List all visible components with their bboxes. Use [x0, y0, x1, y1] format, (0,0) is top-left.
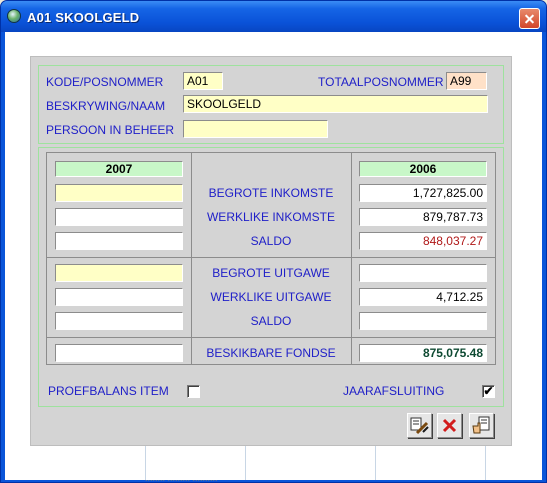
jaarafsluiting-label: JAARAFSLUITING [343, 384, 445, 398]
grid-divider-left [191, 152, 192, 365]
close-button[interactable] [519, 8, 540, 29]
grid-separator-2 [46, 337, 496, 338]
totaal-label: TOTAALPOSNOMMER [318, 75, 444, 89]
kode-label: KODE/POSNOMMER [46, 75, 164, 89]
begrote-uitgawe-label: BEGROTE UITGAWE [212, 266, 330, 280]
confirm-button[interactable] [469, 413, 494, 438]
beskikbare-fondse-2006[interactable]: 875,075.48 [359, 344, 487, 362]
totaal-field[interactable]: A99 [446, 72, 487, 90]
werklike-uitgawe-2007[interactable] [55, 288, 183, 306]
begrote-inkomste-label: BEGROTE INKOMSTE [208, 186, 334, 200]
checkmark-icon: ✔ [483, 384, 494, 398]
begrote-inkomste-2006[interactable]: 1,727,825.00 [359, 184, 487, 202]
background-grid [5, 442, 542, 480]
hand-document-icon [472, 416, 490, 434]
year-2006-header: 2006 [359, 161, 487, 177]
year-2007-header: 2007 [55, 161, 183, 177]
begrote-inkomste-2007[interactable] [55, 184, 183, 202]
werklike-uitgawe-2006[interactable]: 4,712.25 [359, 288, 487, 306]
grid-separator-1 [46, 257, 496, 258]
delete-button[interactable] [437, 413, 462, 438]
kode-field[interactable]: A01 [183, 72, 223, 90]
edit-tool-button[interactable] [407, 413, 432, 438]
beskikbare-fondse-label: BESKIKBARE FONDSE [206, 346, 336, 360]
werklike-inkomste-label: WERKLIKE INKOMSTE [206, 210, 336, 224]
grid-divider-right [351, 152, 352, 365]
title-bar[interactable]: A01 SKOOLGELD [1, 1, 546, 32]
saldo-uitgawe-label: SALDO [250, 314, 292, 328]
proefbalans-checkbox[interactable] [187, 385, 200, 398]
jaarafsluiting-checkbox[interactable]: ✔ [482, 385, 495, 398]
werklike-inkomste-2007[interactable] [55, 208, 183, 226]
saldo-inkomste-label: SALDO [250, 234, 292, 248]
saldo-uitgawe-2007[interactable] [55, 312, 183, 330]
form-panel: KODE/POSNOMMER A01 TOTAALPOSNOMMER A99 B… [30, 56, 512, 446]
persoon-field[interactable] [183, 120, 328, 138]
beskikbare-fondse-2007[interactable] [55, 344, 183, 362]
saldo-uitgawe-2006[interactable] [359, 312, 487, 330]
app-globe-icon [7, 9, 21, 23]
persoon-label: PERSOON IN BEHEER [46, 123, 175, 137]
werklike-inkomste-2006[interactable]: 879,787.73 [359, 208, 487, 226]
begrote-uitgawe-2006[interactable] [359, 264, 487, 282]
beskrywing-field[interactable]: SKOOLGELD [183, 95, 488, 113]
dialog-window: A01 SKOOLGELD ........ ......... .......… [0, 0, 547, 483]
background-text: ........ ......... .......... [145, 473, 218, 483]
window-title: A01 SKOOLGELD [27, 10, 140, 25]
red-x-icon [442, 418, 457, 433]
pencil-ruler-icon [410, 417, 429, 435]
saldo-inkomste-2006[interactable]: 848,037.27 [359, 232, 487, 250]
proefbalans-label: PROEFBALANS ITEM [48, 384, 169, 398]
begrote-uitgawe-2007[interactable] [55, 264, 183, 282]
saldo-inkomste-2007[interactable] [55, 232, 183, 250]
beskrywing-label: BESKRYWING/NAAM [46, 99, 166, 113]
werklike-uitgawe-label: WERKLIKE UITGAWE [210, 290, 332, 304]
